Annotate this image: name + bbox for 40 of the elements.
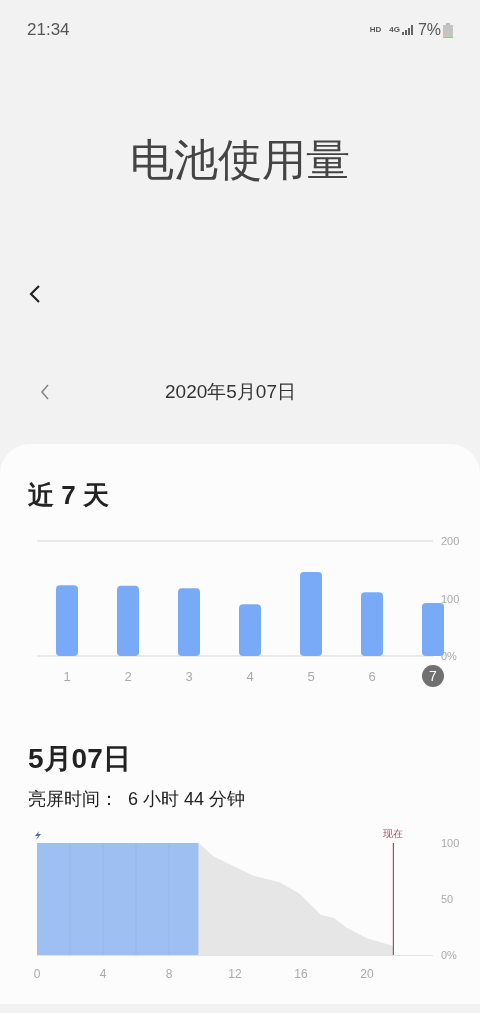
signal-icon (401, 25, 414, 35)
axis-label: 12 (228, 967, 242, 981)
axis-label[interactable]: 3 (185, 669, 193, 684)
axis-label: 4 (99, 967, 107, 981)
battery-percent: 7% (417, 20, 441, 40)
bar[interactable] (117, 585, 139, 656)
axis-label: 20 (360, 967, 374, 981)
date-label: 2020年5月07日 (165, 379, 296, 404)
axis-label: 8 (165, 967, 173, 981)
network-indicator: 4G (389, 24, 400, 36)
day-title: 5月07日 (28, 742, 132, 776)
page-title: 电池使用量 (130, 134, 350, 186)
screen-time: 亮屏时间： 6 小时 44 分钟 (28, 788, 247, 811)
bar[interactable] (178, 588, 200, 656)
lightning-icon (35, 831, 41, 840)
selected-day[interactable]: 7 (422, 665, 444, 687)
bar[interactable] (239, 604, 261, 656)
axis-label[interactable]: 4 (246, 669, 254, 684)
axis-label: 200 (441, 535, 460, 547)
hd-indicator: HD (369, 24, 382, 36)
back-icon[interactable] (28, 283, 42, 304)
axis-label: 100 (441, 592, 460, 605)
axis-label[interactable]: 1 (63, 669, 71, 684)
battery-icon (443, 22, 453, 38)
section-title: 近 7 天 (28, 480, 109, 510)
previous-icon[interactable] (40, 384, 50, 400)
clock: 21:34 (27, 19, 70, 42)
axis-label[interactable]: 2 (124, 669, 132, 684)
axis-label: 100 (441, 837, 460, 849)
annotation: 现在 (383, 828, 404, 839)
bar[interactable] (361, 592, 383, 656)
axis-label: 0 (33, 967, 41, 981)
axis-label: 16 (294, 967, 308, 981)
bar[interactable] (300, 572, 322, 656)
x-tick-label: 7 (429, 668, 438, 684)
axis-label: 50 (441, 893, 454, 905)
axis-label: 0% (441, 949, 457, 961)
axis-label[interactable]: 5 (307, 669, 315, 684)
bar[interactable] (56, 585, 78, 656)
axis-label[interactable]: 6 (368, 669, 376, 684)
